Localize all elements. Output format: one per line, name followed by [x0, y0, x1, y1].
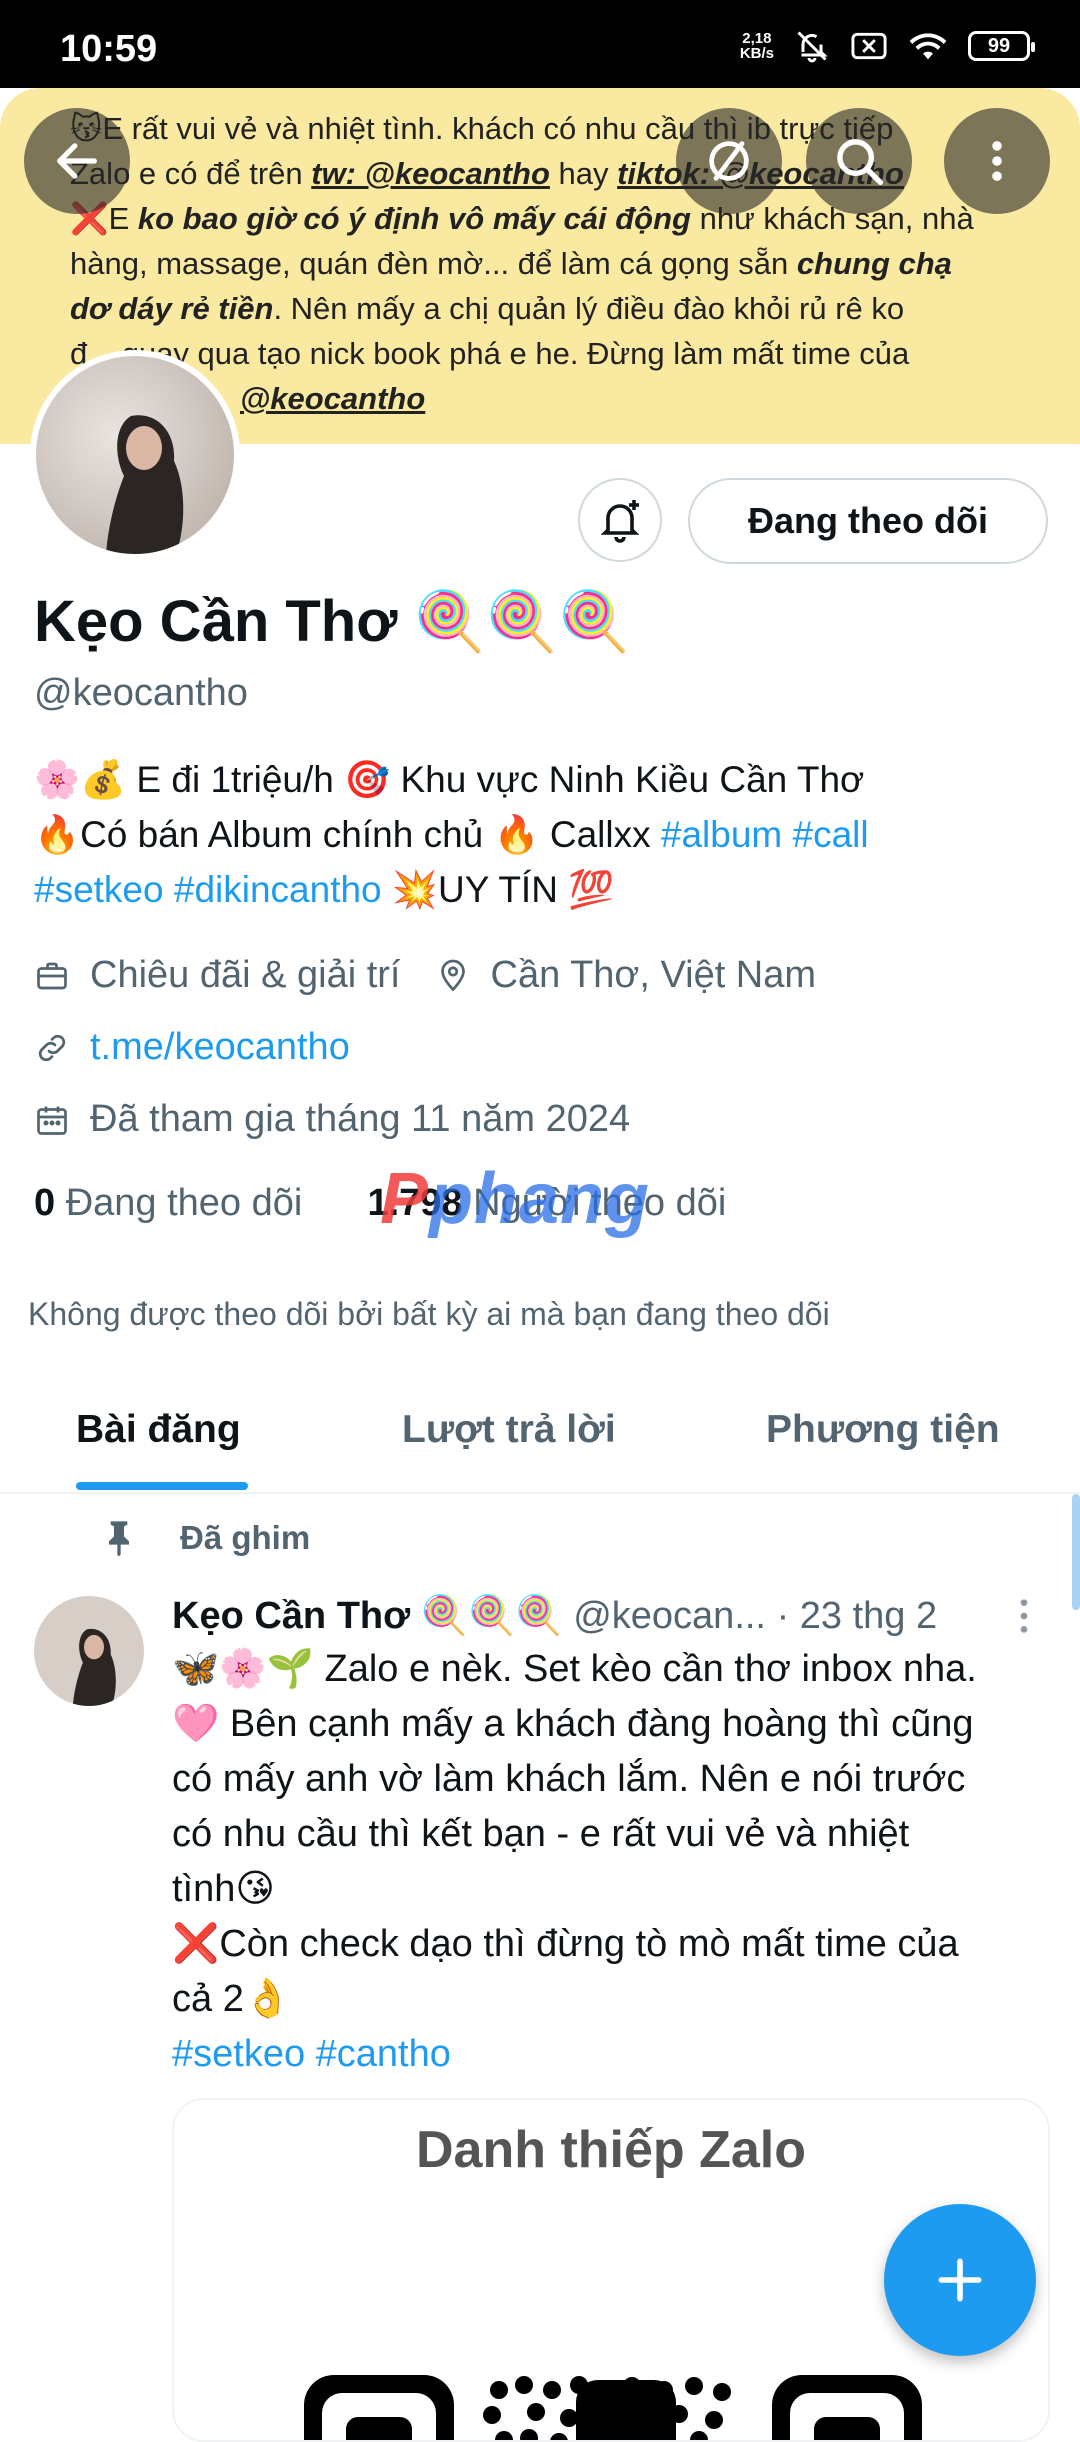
back-button[interactable] [24, 108, 130, 214]
speed-unit: KB/s [739, 45, 774, 62]
speed-value: 2,18 [742, 30, 772, 47]
pinned-label: Đã ghim [102, 1518, 310, 1558]
banner-line-5: dơ dáy rẻ tiền. Nên mấy a chị quản lý đi… [70, 291, 905, 326]
tab-replies[interactable]: Lượt trả lời [402, 1408, 616, 1452]
profile-meta-joined: Đã tham gia tháng 11 năm 2024 [34, 1098, 630, 1141]
more-vertical-icon [1020, 1599, 1028, 1633]
link-icon [38, 1034, 66, 1061]
post-hashtags: #setkeo #cantho [172, 2027, 1052, 2082]
search-button[interactable] [806, 108, 912, 214]
bell-add-icon [600, 500, 640, 543]
location-pin-icon [440, 959, 465, 991]
plus-icon [938, 2258, 982, 2302]
banner-line-4: hàng, massage, quán đèn mờ... để làm cá … [70, 246, 952, 281]
active-tab-indicator [76, 1482, 248, 1490]
hashtag-call[interactable]: #call [793, 814, 869, 855]
post-header: Kẹo Cần Thơ 🍭🍭🍭 @keocan... · 23 thg 2 [172, 1594, 937, 1638]
profile-meta-category-location: Chiêu đãi & giải trí Cần Thơ, Việt Nam [34, 954, 816, 997]
calendar-icon [37, 1106, 67, 1135]
battery-icon: 99 [968, 31, 1035, 61]
post-line: có nhu cầu thì kết bạn - e rất vui vẻ và… [172, 1813, 910, 1855]
profile-category: Chiêu đãi & giải trí [90, 954, 401, 996]
post-line: tình😘 [172, 1868, 275, 1910]
profile-location: Cần Thơ, Việt Nam [490, 954, 817, 996]
network-speed: 2,18 KB/s [740, 31, 774, 61]
more-button[interactable] [944, 108, 1050, 214]
pinned-text: Đã ghim [180, 1519, 311, 1556]
profile-avatar[interactable] [30, 350, 240, 560]
not-followed-note: Không được theo dõi bởi bất kỳ ai mà bạn… [28, 1296, 830, 1332]
bio-line-3: #setkeo #dikincantho 💥UY TÍN 💯 [34, 869, 615, 910]
status-bar: 10:59 2,18 KB/s 99 [0, 0, 1080, 88]
avatar-image [34, 1596, 144, 1706]
compose-button[interactable] [884, 2204, 1036, 2356]
more-vertical-icon [992, 141, 1002, 181]
status-icons: 2,18 KB/s 99 [740, 28, 1035, 64]
bio-line-2: 🔥Có bán Album chính chủ 🔥 Callxx #album … [34, 814, 869, 855]
card-title: Danh thiếp Zalo [416, 2121, 806, 2179]
hashtag-dikincantho[interactable]: #dikincantho [174, 869, 382, 910]
profile-bio: 🌸💰 E đi 1triệu/h 🎯 Khu vực Ninh Kiều Cần… [34, 752, 1044, 917]
no-sim-icon [851, 32, 887, 60]
tab-media[interactable]: Phương tiện [766, 1408, 1000, 1452]
notification-bell-button[interactable] [578, 478, 662, 562]
post-date[interactable]: · 23 thg 2 [777, 1595, 938, 1637]
post-line: 🩷 Bên cạnh mấy a khách đàng hoàng thì cũ… [172, 1703, 974, 1745]
bell-muted-icon [797, 31, 828, 63]
banner-line-6: đ... quay qua tạo nick book phá e he. Đừ… [70, 336, 910, 371]
briefcase-icon [37, 962, 67, 989]
post-author-name[interactable]: Kẹo Cần Thơ 🍭🍭🍭 [172, 1595, 563, 1637]
hashtag-setkeo[interactable]: #setkeo [172, 2033, 305, 2075]
post-line: có mấy anh vờ làm khách lắm. Nên e nói t… [172, 1758, 966, 1800]
status-time: 10:59 [60, 28, 158, 70]
post-line: cả 2👌 [172, 1978, 292, 2020]
hashtag-cantho[interactable]: #cantho [316, 2033, 451, 2075]
back-arrow-icon [57, 143, 97, 179]
watermark-logo: Pphang [380, 1159, 650, 1239]
avatar-image [36, 356, 234, 554]
profile-name: Kẹo Cần Thơ 🍭🍭🍭 [34, 589, 631, 654]
post-text: 🦋🌸🌱 Zalo e nèk. Set kèo cần thơ inbox nh… [172, 1642, 1052, 2082]
profile-tabs: Bài đăng Lượt trả lời Phương tiện [0, 1388, 1080, 1494]
search-icon [837, 139, 884, 186]
post-line: ❌Còn check dạo thì đừng tò mò mất time c… [172, 1923, 959, 1965]
post-author-handle[interactable]: @keocan... [573, 1595, 766, 1637]
profile-website-link[interactable]: t.me/keocantho [90, 1026, 350, 1069]
post-more-button[interactable] [1016, 1596, 1032, 1641]
wifi-icon [909, 33, 947, 60]
hide-icon [709, 141, 749, 181]
post-author-avatar[interactable] [34, 1596, 144, 1706]
scrollbar[interactable] [1072, 1494, 1080, 1610]
profile-handle: @keocantho [34, 672, 248, 714]
tab-posts[interactable]: Bài đăng [76, 1408, 241, 1452]
profile-meta-website: t.me/keocantho [34, 1026, 350, 1069]
pin-icon [109, 1521, 129, 1557]
bio-line-1: 🌸💰 E đi 1triệu/h 🎯 Khu vực Ninh Kiều Cần… [34, 759, 865, 800]
hashtag-setkeo[interactable]: #setkeo [34, 869, 164, 910]
post-line: 🦋🌸🌱 Zalo e nèk. Set kèo cần thơ inbox nh… [172, 1648, 977, 1690]
following-link[interactable]: 0 Đang theo dõi [34, 1182, 302, 1224]
profile-joined-date: Đã tham gia tháng 11 năm 2024 [90, 1098, 631, 1140]
hide-profile-button[interactable] [676, 108, 782, 214]
hashtag-album[interactable]: #album [661, 814, 782, 855]
following-button[interactable]: Đang theo dõi [688, 478, 1048, 564]
